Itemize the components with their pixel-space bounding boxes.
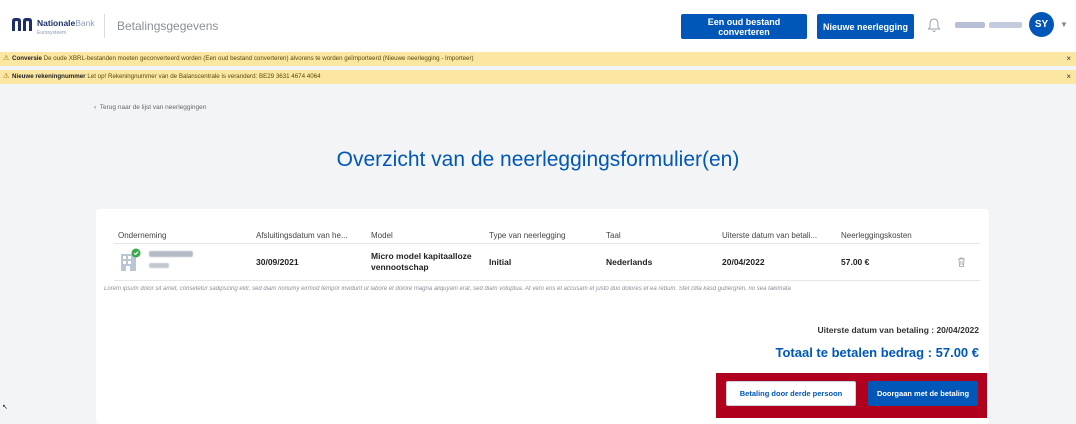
chevron-down-icon[interactable]: ▼ <box>1060 20 1068 29</box>
column-header-payment-due[interactable]: Uiterste datum van betali... <box>722 231 817 240</box>
cell-model-line1: Micro model kapitaalloze <box>371 251 472 261</box>
cell-filing-cost: 57.00 € <box>841 257 870 267</box>
column-header-filing-costs[interactable]: Neerleggingskosten <box>841 231 912 240</box>
nbb-logo[interactable]: NationaleBank Eurosysteem <box>10 15 105 37</box>
cursor-icon: ↖ <box>2 404 8 411</box>
top-header: NationaleBank Eurosysteem Betalingsgegev… <box>0 0 1076 53</box>
third-party-payment-button[interactable]: Betaling door derde persoon <box>726 381 856 406</box>
logo-subtitle: Eurosysteem <box>37 30 67 36</box>
cell-closing-date: 30/09/2021 <box>256 257 299 267</box>
column-header-model[interactable]: Model <box>371 231 393 240</box>
page-title: Overzicht van de neerleggingsformulier(e… <box>336 148 740 171</box>
company-id-redacted <box>149 263 169 268</box>
logo-text: NationaleBank <box>37 18 95 28</box>
column-header-filing-type[interactable]: Type van neerlegging <box>489 231 566 240</box>
header-divider <box>104 14 105 38</box>
cell-payment-due: 20/04/2022 <box>722 257 765 267</box>
warning-icon: ⚠ <box>3 73 10 80</box>
column-header-closing-date[interactable]: Afsluitingsdatum van he... <box>256 231 348 240</box>
back-link[interactable]: ‹ Terug naar de lijst van neerleggingen <box>94 104 206 111</box>
total-amount: Totaal te betalen bedrag : 57.00 € <box>775 345 980 360</box>
column-header-language[interactable]: Taal <box>606 231 621 240</box>
alert-title: Conversie <box>12 55 42 62</box>
alert-title: Nieuwe rekeningnummer <box>12 73 86 80</box>
cell-filing-type: Initial <box>489 257 512 267</box>
convert-file-button[interactable]: Een oud bestand converteren <box>681 14 807 39</box>
cell-language: Nederlands <box>606 257 653 267</box>
app-title: Betalingsgegevens <box>117 19 219 33</box>
close-icon[interactable]: × <box>1066 52 1071 66</box>
company-name-redacted <box>149 251 193 257</box>
table-divider <box>114 243 980 244</box>
warning-icon: ⚠ <box>3 55 10 62</box>
new-filing-button[interactable]: Nieuwe neerlegging <box>817 14 914 39</box>
column-header-company[interactable]: Onderneming <box>118 231 166 240</box>
close-icon[interactable]: × <box>1066 70 1071 84</box>
alert-text: Let op! Rekeningnummer van de Balanscent… <box>87 73 321 80</box>
payment-due-date: Uiterste datum van betaling : 20/04/2022 <box>817 325 979 335</box>
bell-icon[interactable] <box>927 17 941 33</box>
cell-model-line2: vennootschap <box>371 262 429 272</box>
company-building-icon <box>121 248 141 271</box>
user-name-redacted[interactable] <box>955 19 1022 31</box>
table-divider <box>114 280 980 281</box>
alert-conversion: ⚠ Conversie De oude XBRL-bestanden moete… <box>0 52 1076 66</box>
trash-icon[interactable] <box>957 257 966 267</box>
avatar[interactable]: SY <box>1029 12 1054 37</box>
continue-payment-button[interactable]: Doorgaan met de betaling <box>868 381 978 406</box>
alert-account-number: ⚠ Nieuwe rekeningnummer Let op! Rekening… <box>0 70 1076 84</box>
alert-text: De oude XBRL-bestanden moeten geconverte… <box>43 55 474 62</box>
filing-note: Lorem ipsum dolor sit amet, consetetur s… <box>104 286 791 292</box>
logo-mark-icon <box>12 18 32 31</box>
